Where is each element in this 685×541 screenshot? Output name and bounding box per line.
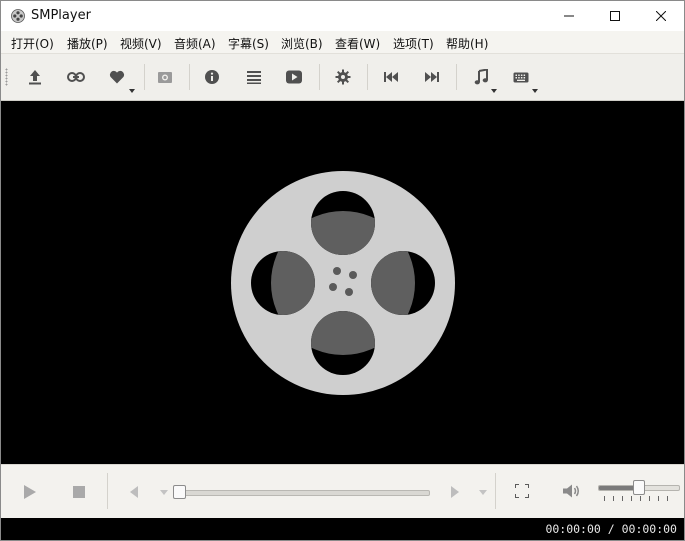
- info-button[interactable]: [199, 64, 225, 90]
- favorites-button[interactable]: [104, 64, 130, 90]
- keyboard-subtitle-icon: [513, 72, 529, 82]
- favorites-heart-icon: [109, 70, 125, 84]
- audio-track-button[interactable]: [468, 64, 494, 90]
- open-file-button[interactable]: [22, 64, 48, 90]
- menu-view[interactable]: 查看(W): [335, 35, 380, 52]
- forward-button[interactable]: [442, 479, 468, 505]
- open-url-icon: [67, 72, 85, 82]
- open-file-icon: [29, 70, 41, 85]
- rewind-dropdown-arrow[interactable]: [160, 490, 168, 495]
- stop-button[interactable]: [66, 479, 92, 505]
- film-reel-icon: [11, 9, 25, 23]
- next-button[interactable]: [419, 64, 445, 90]
- playlist-button[interactable]: [241, 64, 267, 90]
- preferences-button[interactable]: [330, 64, 356, 90]
- rewind-icon: [130, 486, 138, 498]
- menu-help[interactable]: 帮助(H): [446, 35, 488, 52]
- fullscreen-button[interactable]: [509, 478, 535, 504]
- toolbar-separator: [367, 64, 368, 90]
- menu-browse[interactable]: 浏览(B): [281, 35, 323, 52]
- play-button[interactable]: [17, 479, 43, 505]
- previous-button[interactable]: [378, 64, 404, 90]
- toolbar-separator: [319, 64, 320, 90]
- time-display: 00:00:00 / 00:00:00: [545, 522, 677, 536]
- volume-handle[interactable]: [633, 480, 645, 495]
- toolbar: [1, 54, 684, 101]
- menu-video[interactable]: 视频(V): [120, 35, 162, 52]
- fullscreen-icon: [515, 484, 529, 498]
- maximize-button[interactable]: [592, 1, 638, 31]
- maximize-icon: [610, 11, 620, 21]
- menu-bar: 打开(O) 播放(P) 视频(V) 音频(A) 字幕(S) 浏览(B) 查看(W…: [1, 31, 684, 54]
- previous-track-icon: [384, 72, 398, 82]
- play-video-icon: [286, 70, 302, 84]
- screenshot-camera-icon: [158, 72, 172, 83]
- screenshot-button[interactable]: [152, 64, 178, 90]
- forward-dropdown-arrow[interactable]: [479, 490, 487, 495]
- forward-icon: [451, 486, 459, 498]
- mute-button[interactable]: [559, 478, 585, 504]
- next-track-icon: [425, 72, 439, 82]
- playback-controls: [1, 464, 684, 518]
- close-button[interactable]: [638, 1, 684, 31]
- play-icon: [24, 485, 36, 499]
- menu-open[interactable]: 打开(O): [11, 35, 54, 52]
- controls-separator: [495, 473, 496, 509]
- audio-track-dropdown-arrow[interactable]: [491, 89, 497, 93]
- film-reel-icon: [231, 171, 455, 395]
- status-bar: 00:00:00 / 00:00:00: [1, 518, 684, 540]
- close-icon: [656, 11, 666, 21]
- settings-gear-icon: [335, 69, 351, 85]
- seek-bar[interactable]: [179, 490, 430, 496]
- playlist-icon: [247, 71, 261, 84]
- video-area[interactable]: [1, 101, 684, 464]
- audio-track-icon: [474, 69, 488, 85]
- minimize-button[interactable]: [546, 1, 592, 31]
- toolbar-separator: [144, 64, 145, 90]
- menu-audio[interactable]: 音频(A): [174, 35, 216, 52]
- stop-icon: [73, 486, 85, 498]
- volume-ticks: [604, 496, 676, 501]
- toolbar-separator: [456, 64, 457, 90]
- smplayer-window: SMPlayer 打开(O) 播放(P) 视频(V) 音频(A) 字幕(S) 浏…: [0, 0, 685, 541]
- subtitle-button[interactable]: [508, 64, 534, 90]
- play-video-button[interactable]: [281, 64, 307, 90]
- seek-handle[interactable]: [173, 485, 186, 499]
- subtitle-dropdown-arrow[interactable]: [532, 89, 538, 93]
- rewind-button[interactable]: [121, 479, 147, 505]
- title-bar: SMPlayer: [1, 1, 684, 31]
- toolbar-separator: [189, 64, 190, 90]
- toolbar-grip[interactable]: [5, 68, 8, 86]
- menu-play[interactable]: 播放(P): [67, 35, 108, 52]
- volume-icon: [563, 484, 579, 498]
- menu-options[interactable]: 选项(T): [393, 35, 434, 52]
- menu-subtitles[interactable]: 字幕(S): [228, 35, 269, 52]
- open-url-button[interactable]: [63, 64, 89, 90]
- minimize-icon: [564, 15, 574, 17]
- controls-separator: [107, 473, 108, 509]
- window-title: SMPlayer: [31, 8, 91, 23]
- favorites-dropdown-arrow[interactable]: [129, 89, 135, 93]
- info-icon: [205, 70, 219, 84]
